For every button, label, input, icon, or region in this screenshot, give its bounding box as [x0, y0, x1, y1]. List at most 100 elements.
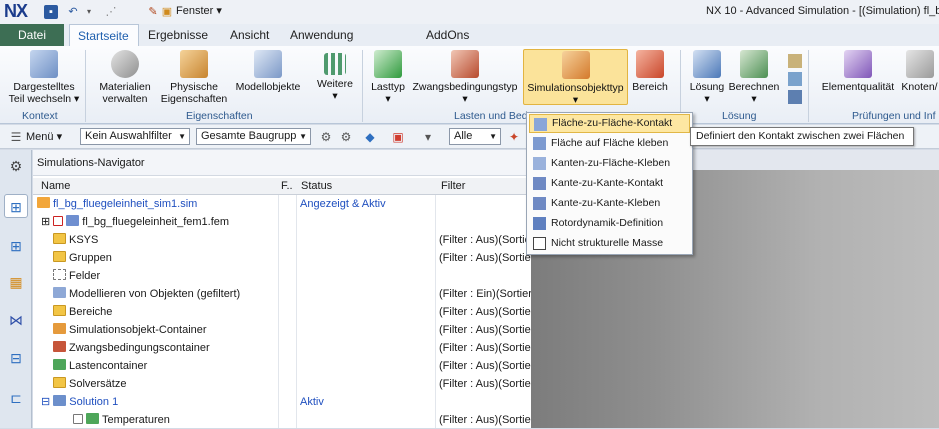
row-status: Angezeigt & Aktiv — [300, 198, 386, 210]
snap-icon[interactable]: ✦ — [506, 129, 522, 145]
toolbar-dropdown-icon[interactable]: ▾ — [420, 129, 436, 145]
row-filter: (Filter : Aus)(Sortier — [439, 234, 531, 246]
button-label: Eigenschaften — [160, 93, 228, 105]
grid-icon — [324, 53, 346, 75]
checkbox-icon[interactable] — [53, 216, 64, 226]
region-button[interactable]: Bereich — [629, 50, 671, 93]
select-value: Gesamte Baugrupp — [201, 130, 297, 142]
part-navigator-icon[interactable]: ⊞ — [4, 234, 28, 258]
row-filter: (Filter : Aus)(Sortier — [439, 324, 531, 336]
tab-anwendung[interactable]: Anwendung — [282, 24, 361, 46]
physical-properties-button[interactable]: Physische Eigenschaften — [158, 50, 230, 105]
constraint-type-button[interactable]: Zwangsbedingungstyp ▾ — [410, 50, 520, 105]
tab-datei[interactable]: Datei — [0, 24, 64, 46]
table-row[interactable]: Zwangsbedingungscontainer (Filter : Aus)… — [33, 339, 531, 357]
element-quality-button[interactable]: Elementqualität — [816, 50, 900, 93]
alle-select[interactable]: Alle ▼ — [449, 128, 501, 145]
simulation-navigator-icon[interactable]: ⊞ — [4, 194, 28, 218]
menu-item-label: Kante-zu-Kante-Kleben — [551, 197, 661, 209]
button-label: ▾ — [704, 93, 710, 105]
selection-mode-icon[interactable]: ▣ — [390, 129, 406, 145]
column-filter[interactable]: Filter — [441, 180, 465, 192]
row-name: KSYS — [69, 234, 99, 246]
manage-materials-button[interactable]: Materialien verwalten — [94, 50, 156, 105]
fenster-menu[interactable]: Fenster ▾ — [176, 4, 222, 17]
mass-icon — [533, 237, 546, 250]
redo-dropdown-icon[interactable]: ▾ — [82, 5, 96, 19]
table-row[interactable]: fl_bg_fluegeleinheit_sim1.sim Angezeigt … — [33, 195, 531, 213]
tab-addons[interactable]: AddOns — [418, 24, 477, 46]
assembly-icon[interactable]: ◆ — [362, 129, 378, 145]
menu-item-nonstructural-mass[interactable]: Nicht strukturelle Masse — [529, 234, 690, 253]
save-icon[interactable]: ▪ — [44, 5, 58, 19]
solve-button[interactable]: Berechnen ▾ — [728, 50, 780, 105]
menu-item-label: Rotordynamik-Definition — [551, 217, 664, 229]
more-button[interactable]: Weitere ▾ — [312, 50, 358, 102]
checkbox-icon[interactable] — [73, 414, 83, 424]
menu-button[interactable]: Menü ▾ — [26, 130, 62, 143]
table-row[interactable]: Lastencontainer (Filter : Aus)(Sortier — [33, 357, 531, 375]
button-label: Lösung — [689, 81, 725, 93]
table-row[interactable]: Temperaturen (Filter : Aus)(Sortier — [33, 411, 531, 429]
roles-icon[interactable]: ⊏ — [4, 386, 28, 410]
table-row[interactable]: Gruppen (Filter : Aus)(Sortier — [33, 249, 531, 267]
table-row[interactable]: ⊟ Solution 1 Aktiv — [33, 393, 531, 411]
table-row[interactable]: Modellieren von Objekten (gefiltert) (Fi… — [33, 285, 531, 303]
model-objects-button[interactable]: Modellobjekte — [232, 50, 304, 93]
column-status[interactable]: Status — [301, 180, 332, 192]
table-row[interactable]: ⊞ fl_bg_fluegeleinheit_fem1.fem — [33, 213, 531, 231]
reuse-library-icon[interactable]: ▦ — [4, 270, 28, 294]
table-row[interactable]: KSYS (Filter : Aus)(Sortier — [33, 231, 531, 249]
repeat-command-icon[interactable]: ⋰ — [104, 5, 118, 19]
solution-small-icon-2[interactable] — [788, 72, 802, 86]
column-name[interactable]: Name — [41, 180, 70, 192]
resource-bar: ⚙ ⊞ ⊞ ▦ ⋈ ⊟ ⊏ — [0, 150, 32, 428]
solution-button[interactable]: Lösung ▾ — [686, 50, 728, 105]
load-type-button[interactable]: Lasttyp ▾ — [368, 50, 408, 105]
history-icon[interactable]: ⊟ — [4, 346, 28, 370]
simulation-object-type-dropdown: Fläche-zu-Fläche-Kontakt Fläche auf Fläc… — [526, 112, 693, 255]
settings-icon[interactable]: ⚙ — [4, 154, 28, 178]
menu-item-edge-to-edge-glue[interactable]: Kante-zu-Kante-Kleben — [529, 194, 690, 213]
table-row[interactable]: Bereiche (Filter : Aus)(Sortier — [33, 303, 531, 321]
table-row[interactable]: Felder — [33, 267, 531, 285]
row-name: Simulationsobjekt-Container — [69, 324, 207, 336]
undo-icon[interactable]: ↶ — [66, 5, 80, 19]
modeling-objects-icon — [53, 287, 66, 298]
button-label: Teil wechseln ▾ — [8, 93, 80, 105]
rotordynamics-icon — [533, 217, 546, 230]
menu-item-surface-to-surface-contact[interactable]: Fläche-zu-Fläche-Kontakt — [529, 114, 690, 133]
button-label: Simulationsobjekttyp — [527, 82, 624, 94]
nodes-button[interactable]: Knoten/ — [900, 50, 939, 93]
row-filter: (Filter : Aus)(Sortier — [439, 342, 531, 354]
scope-select[interactable]: Gesamte Baugrupp ▼ — [196, 128, 311, 145]
touch-mode-icon[interactable]: ✎ — [146, 5, 160, 19]
type-filter-select[interactable]: Kein Auswahlfilter ▼ — [80, 128, 190, 145]
switch-displayed-part-button[interactable]: Dargestelltes Teil wechseln ▾ — [6, 50, 82, 105]
row-name: Lastencontainer — [69, 360, 148, 372]
menu-item-edge-to-edge-contact[interactable]: Kante-zu-Kante-Kontakt — [529, 174, 690, 193]
constraint-container-icon — [53, 341, 66, 352]
menu-item-label: Fläche-zu-Fläche-Kontakt — [552, 117, 673, 129]
table-row[interactable]: Simulationsobjekt-Container (Filter : Au… — [33, 321, 531, 339]
filter-icon-2[interactable]: ⚙ — [338, 129, 354, 145]
constraint-navigator-icon[interactable]: ⋈ — [4, 308, 28, 332]
tab-ergebnisse[interactable]: Ergebnisse — [140, 24, 216, 46]
ribbon-tabs: Datei Startseite Ergebnisse Ansicht Anwe… — [0, 24, 939, 46]
folder-icon — [53, 305, 66, 316]
table-row[interactable]: Solversätze (Filter : Aus)(Sortier — [33, 375, 531, 393]
filter-icon-1[interactable]: ⚙ — [318, 129, 334, 145]
group-label-lasten: Lasten und Bed — [454, 110, 528, 122]
solution-small-icon-3[interactable] — [788, 90, 802, 104]
menu-item-rotordynamics[interactable]: Rotordynamik-Definition — [529, 214, 690, 233]
tab-ansicht[interactable]: Ansicht — [222, 24, 277, 46]
column-f[interactable]: F.. — [281, 180, 293, 192]
menu-item-edge-to-surface-glue[interactable]: Kanten-zu-Fläche-Kleben — [529, 154, 690, 173]
region-icon — [636, 50, 664, 78]
simulation-object-type-button[interactable]: Simulationsobjekttyp ▾ — [523, 49, 628, 106]
folder-icon — [53, 251, 66, 262]
menu-item-surface-to-surface-glue[interactable]: Fläche auf Fläche kleben — [529, 134, 690, 153]
tab-startseite[interactable]: Startseite — [69, 24, 139, 46]
group-label-kontext: Kontext — [22, 110, 58, 122]
solution-small-icon-1[interactable] — [788, 54, 802, 68]
